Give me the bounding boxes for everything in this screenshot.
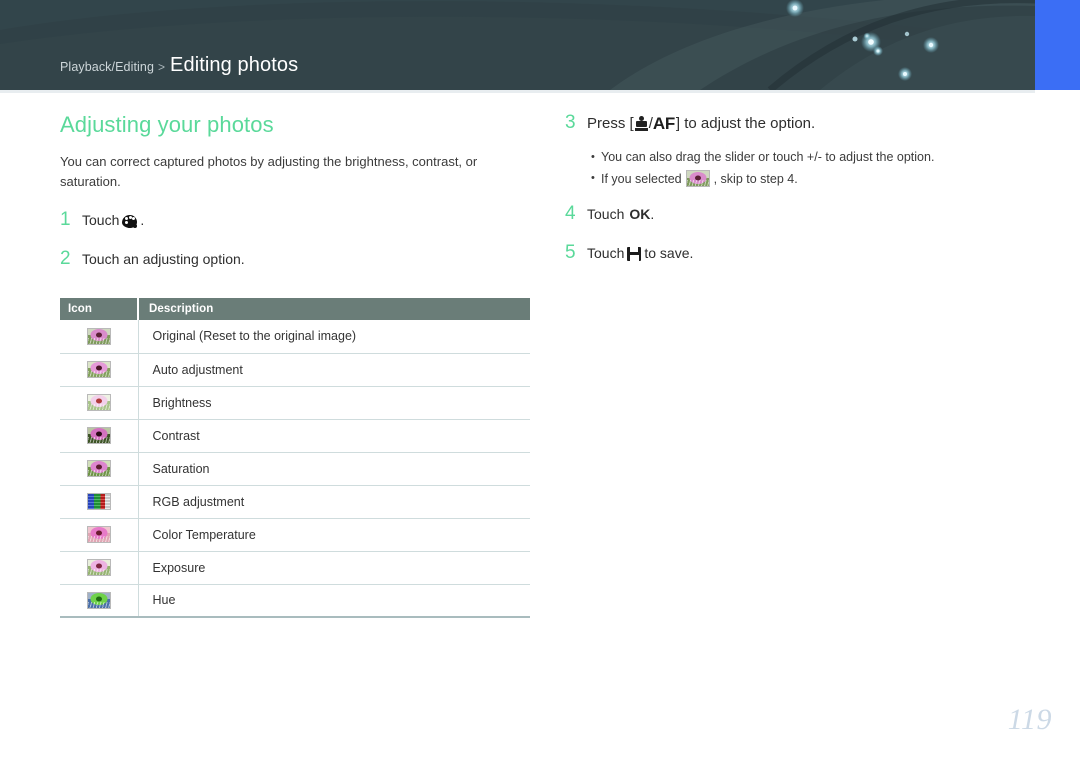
cell-icon — [60, 551, 138, 585]
cell-description: Original (Reset to the original image) — [137, 320, 530, 354]
step-2: 2 Touch an adjusting option. — [60, 249, 530, 270]
table-row[interactable]: RGB adjustment — [60, 485, 530, 519]
step-5: 5 Touch to save. — [565, 243, 1035, 264]
thumbnail-original — [86, 327, 111, 345]
step-4-prefix: Touch — [587, 206, 625, 223]
page-header: Playback/Editing > Editing photos — [0, 0, 1080, 90]
step-1-label: Touch — [82, 212, 120, 229]
table-row[interactable]: Hue — [60, 584, 530, 618]
cell-icon — [60, 518, 138, 552]
bullet-item: • If you selected , skip to step 4. — [591, 170, 1035, 189]
page-number: 119 — [1007, 703, 1052, 736]
cell-description: Brightness — [137, 386, 530, 420]
thumbnail-exposure — [86, 558, 111, 576]
step-1-number: 1 — [60, 209, 71, 231]
step-3-suffix: ] to adjust the option. — [675, 115, 816, 133]
table-row[interactable]: Contrast — [60, 419, 530, 453]
step-4: 4 Touch OK . — [565, 204, 1035, 225]
step-2-text: Touch an adjusting option. — [82, 250, 245, 267]
table-header: Icon Description — [60, 298, 530, 320]
step-3-text: Press [ / AF ] to adjust the option. — [587, 112, 815, 136]
cell-icon — [60, 353, 138, 387]
thumbnail-saturation — [86, 459, 111, 477]
breadcrumb-path: Playback/Editing — [60, 60, 155, 74]
cell-description: Contrast — [137, 419, 530, 453]
save-icon — [627, 246, 642, 261]
thumbnail-contrast — [86, 426, 111, 444]
bullet-item: • You can also drag the slider or touch … — [591, 148, 1035, 167]
thumbnail-color-temperature — [86, 525, 111, 543]
step-1-text: Touch . — [82, 211, 144, 231]
breadcrumb-title: Editing photos — [170, 54, 299, 76]
column-header-description: Description — [137, 298, 530, 320]
ok-button-label: OK — [629, 206, 651, 223]
table-row[interactable]: Original (Reset to the original image) — [60, 320, 530, 354]
left-column: Adjusting your photos You can correct ca… — [60, 112, 530, 287]
bullet-text-after: , skip to step 4. — [713, 171, 798, 186]
step-4-text: Touch OK . — [587, 205, 654, 225]
cell-description: Saturation — [137, 452, 530, 486]
thumbnail-auto-adjustment — [86, 360, 111, 378]
bullet-text: You can also drag the slider or touch +/… — [601, 149, 935, 164]
column-header-icon: Icon — [60, 298, 138, 320]
step-3-bullets: • You can also drag the slider or touch … — [591, 148, 1035, 189]
step-5-text: Touch to save. — [587, 244, 693, 264]
camera-button-icon — [634, 116, 648, 131]
cell-icon — [60, 320, 138, 354]
camera-af-icon: / AF — [634, 112, 675, 136]
header-blue-accent — [1035, 0, 1080, 90]
table-row[interactable]: Auto adjustment — [60, 353, 530, 387]
bullet-dot-icon: • — [591, 172, 595, 185]
step-5-suffix: to save. — [644, 244, 694, 261]
cell-description: RGB adjustment — [137, 485, 530, 519]
table-header-row: Icon Description — [60, 298, 530, 320]
icon-description-table: Icon Description Original (Reset to the … — [60, 298, 530, 618]
cell-icon — [60, 584, 138, 618]
table-row[interactable]: Color Temperature — [60, 518, 530, 552]
cell-description: Color Temperature — [137, 518, 530, 552]
thumbnail-hue — [86, 591, 111, 609]
table-row[interactable]: Brightness — [60, 386, 530, 420]
step-1-suffix: . — [140, 212, 145, 229]
step-4-number: 4 — [565, 203, 576, 225]
breadcrumb-separator: > — [158, 60, 166, 74]
palette-icon — [122, 214, 139, 229]
af-label: AF — [652, 114, 675, 133]
table-row[interactable]: Saturation — [60, 452, 530, 486]
table-body: Original (Reset to the original image) A… — [60, 320, 530, 618]
thumbnail-original — [685, 170, 710, 188]
thumbnail-brightness — [86, 393, 111, 411]
step-2-number: 2 — [60, 247, 71, 269]
step-4-suffix: . — [650, 206, 655, 223]
cell-icon — [60, 452, 138, 486]
intro-paragraph: You can correct captured photos by adjus… — [60, 154, 478, 190]
step-5-prefix: Touch — [587, 244, 625, 261]
cell-description: Exposure — [137, 551, 530, 585]
header-underline — [0, 90, 1035, 93]
step-5-number: 5 — [565, 241, 576, 263]
bullet-text-before: If you selected — [601, 171, 682, 186]
breadcrumb: Playback/Editing > Editing photos — [60, 54, 298, 77]
step-1: 1 Touch . — [60, 210, 530, 231]
cell-description: Hue — [137, 584, 530, 618]
right-column: 3 Press [ / AF ] to adjust the option. • — [565, 112, 1035, 281]
cell-icon — [60, 485, 138, 519]
table-row[interactable]: Exposure — [60, 551, 530, 585]
page-title: Adjusting your photos — [60, 112, 274, 137]
step-3-number: 3 — [565, 112, 576, 134]
cell-icon — [60, 419, 138, 453]
step-3-prefix: Press [ — [587, 115, 634, 133]
bullet-dot-icon: • — [591, 150, 595, 163]
thumbnail-rgb-adjustment — [86, 492, 111, 510]
cell-description: Auto adjustment — [137, 353, 530, 387]
cell-icon — [60, 386, 138, 420]
step-3: 3 Press [ / AF ] to adjust the option. — [565, 112, 1035, 136]
